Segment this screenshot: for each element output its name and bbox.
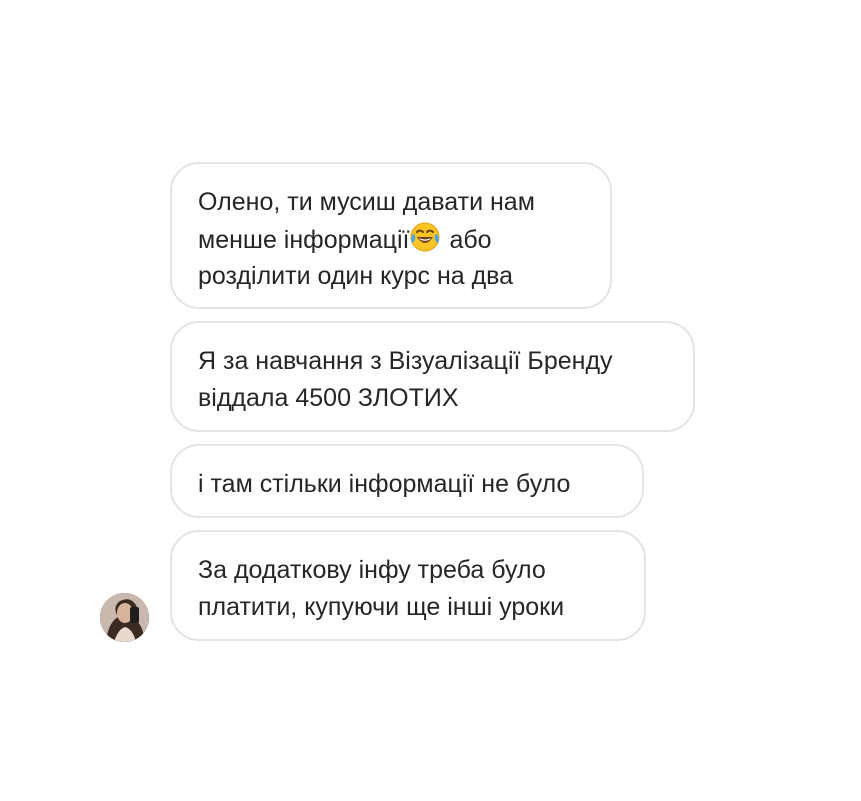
user-avatar-icon[interactable] — [100, 593, 149, 642]
message-line: Олено, ти мусиш давати нам — [198, 188, 535, 216]
message-line: платити, купуючи ще інші уроки — [198, 593, 565, 621]
message-thread: Олено, ти мусиш давати нам менше інформа… — [0, 0, 861, 801]
message-line: розділити один курс на два — [198, 262, 514, 290]
message-line: За додаткову інфу треба було — [198, 556, 546, 584]
message-bubble[interactable]: і там стільки інформації не було — [170, 444, 644, 518]
message-line: віддала 4500 ЗЛОТИХ — [198, 384, 459, 412]
message-text-fragment: менше інформації — [198, 226, 410, 254]
message-bubble[interactable]: Олено, ти мусиш давати нам менше інформа… — [170, 162, 612, 309]
message-line: менше інформації або — [198, 221, 584, 258]
face-with-tears-of-joy-icon — [409, 221, 441, 253]
message-line: Я за навчання з Візуалізації Бренду — [198, 347, 613, 375]
message-bubble[interactable]: Я за навчання з Візуалізації Бренду відд… — [170, 321, 695, 432]
message-text-fragment: або — [449, 226, 492, 254]
message-bubble[interactable]: За додаткову інфу треба було платити, ку… — [170, 530, 646, 641]
message-line: і там стільки інформації не було — [198, 470, 571, 498]
